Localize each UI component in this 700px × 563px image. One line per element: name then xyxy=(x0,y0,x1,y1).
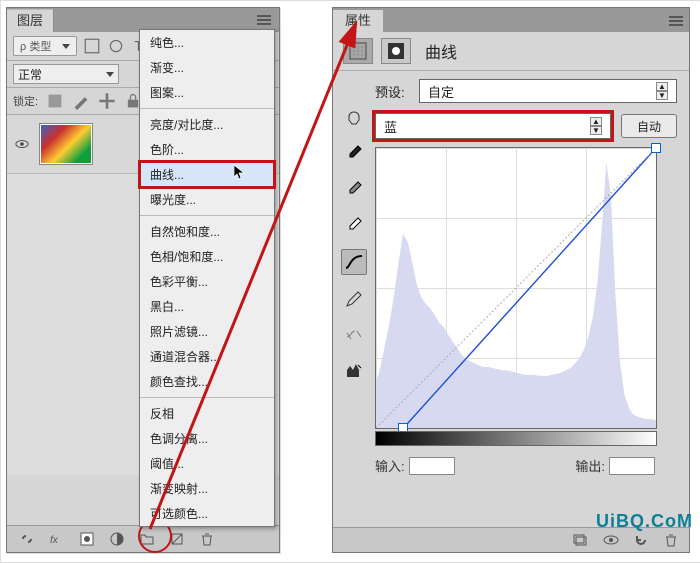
new-layer-icon[interactable] xyxy=(169,531,185,547)
curves-mode-icon[interactable] xyxy=(343,38,373,64)
properties-panel: 属性 曲线 预设: 自定 ▲▼ xyxy=(332,7,690,553)
group-icon[interactable] xyxy=(139,531,155,547)
adjustment-menu-item[interactable]: 可选颜色... xyxy=(140,501,274,526)
properties-tab-bar: 属性 xyxy=(333,8,689,32)
adjustment-menu: 纯色...渐变...图案... 亮度/对比度...色阶...曲线...曝光度...… xyxy=(139,29,275,527)
cursor-icon xyxy=(234,165,246,184)
svg-text:fx: fx xyxy=(50,535,59,546)
white-eyedropper-icon[interactable] xyxy=(342,213,366,237)
lock-brush-icon[interactable] xyxy=(72,92,90,110)
layer-thumbnail[interactable] xyxy=(39,123,93,165)
properties-tab[interactable]: 属性 xyxy=(333,10,383,32)
histogram-clip-icon[interactable] xyxy=(342,359,366,383)
adjustment-layer-icon[interactable] xyxy=(109,531,125,547)
filter-type-dropdown[interactable]: ρ 类型 xyxy=(13,36,77,56)
adjustment-menu-item[interactable]: 颜色查找... xyxy=(140,369,274,394)
panel-menu-icon[interactable] xyxy=(663,12,689,32)
adjustment-menu-item[interactable]: 自然饱和度... xyxy=(140,219,274,244)
adjustment-menu-item[interactable]: 黑白... xyxy=(140,294,274,319)
adjustment-menu-item[interactable]: 曲线... xyxy=(140,162,274,187)
reset-icon[interactable] xyxy=(633,532,649,548)
lock-move-icon[interactable] xyxy=(98,92,116,110)
adjustment-menu-item[interactable]: 渐变... xyxy=(140,55,274,80)
gray-eyedropper-icon[interactable] xyxy=(342,177,366,201)
mask-mode-icon[interactable] xyxy=(381,38,411,64)
lock-pixels-icon[interactable] xyxy=(46,92,64,110)
fx-icon[interactable]: fx xyxy=(49,531,65,547)
curve-line xyxy=(376,148,656,428)
io-row: 输入: 输出: xyxy=(375,456,655,475)
curve-control-point[interactable] xyxy=(651,143,661,153)
mask-icon[interactable] xyxy=(79,531,95,547)
stepper-icon[interactable]: ▲▼ xyxy=(656,82,668,100)
adjustment-menu-item[interactable]: 反相 xyxy=(140,401,274,426)
channel-select[interactable]: 蓝 ▲▼ xyxy=(375,113,611,139)
lock-label: 锁定: xyxy=(13,93,38,109)
preset-value: 自定 xyxy=(428,82,454,101)
input-gradient-ramp[interactable] xyxy=(375,431,657,446)
adjustment-menu-item[interactable]: 色调分离... xyxy=(140,426,274,451)
input-label: 输入: xyxy=(375,456,405,475)
link-icon[interactable] xyxy=(19,531,35,547)
adjustment-menu-item[interactable]: 色相/饱和度... xyxy=(140,244,274,269)
adjustment-menu-item[interactable]: 渐变映射... xyxy=(140,476,274,501)
smooth-icon[interactable] xyxy=(342,323,366,347)
adjustment-menu-item[interactable]: 通道混合器... xyxy=(140,344,274,369)
visibility-icon[interactable] xyxy=(15,137,29,151)
curve-edit-icon[interactable] xyxy=(341,249,367,275)
adjustment-menu-item[interactable]: 色彩平衡... xyxy=(140,269,274,294)
layers-footer: fx xyxy=(7,525,279,552)
preset-label: 预设: xyxy=(375,82,411,101)
toggle-visibility-icon[interactable] xyxy=(603,532,619,548)
preset-select[interactable]: 自定 ▲▼ xyxy=(419,79,677,103)
curves-tool-strip xyxy=(333,71,375,501)
adjustment-menu-item[interactable]: 色阶... xyxy=(140,137,274,162)
hand-scrubber-icon[interactable] xyxy=(342,105,366,129)
menu-separator xyxy=(140,108,274,109)
adjustment-menu-item[interactable]: 阈值... xyxy=(140,451,274,476)
pencil-edit-icon[interactable] xyxy=(342,287,366,311)
adjustment-menu-item[interactable]: 纯色... xyxy=(140,30,274,55)
trash-icon[interactable] xyxy=(663,532,679,548)
preset-row: 预设: 自定 ▲▼ xyxy=(375,79,677,103)
mode-label: 曲线 xyxy=(425,39,457,63)
adjustment-menu-item[interactable]: 照片滤镜... xyxy=(140,319,274,344)
mode-row: 曲线 xyxy=(333,32,689,71)
layers-tab[interactable]: 图层 xyxy=(7,9,54,32)
clip-to-layer-icon[interactable] xyxy=(573,532,589,548)
adjustment-menu-item[interactable]: 曝光度... xyxy=(140,187,274,212)
black-eyedropper-icon[interactable] xyxy=(342,141,366,165)
trash-icon[interactable] xyxy=(199,531,215,547)
channel-row: 蓝 ▲▼ 自动 xyxy=(375,113,677,139)
channel-value: 蓝 xyxy=(384,117,590,136)
watermark: UiBQ.CoM xyxy=(596,511,693,532)
blend-mode-select[interactable]: 正常 xyxy=(13,64,119,84)
adjustment-menu-item[interactable]: 亮度/对比度... xyxy=(140,112,274,137)
filter-adjust-icon[interactable] xyxy=(107,37,125,55)
menu-separator xyxy=(140,397,274,398)
stepper-icon[interactable]: ▲▼ xyxy=(590,117,602,135)
auto-button[interactable]: 自动 xyxy=(621,114,677,138)
curve-graph[interactable] xyxy=(375,147,657,429)
output-label: 输出: xyxy=(575,456,605,475)
output-value[interactable] xyxy=(609,457,655,475)
adjustment-menu-item[interactable]: 图案... xyxy=(140,80,274,105)
filter-pixel-icon[interactable] xyxy=(83,37,101,55)
input-value[interactable] xyxy=(409,457,455,475)
menu-separator xyxy=(140,215,274,216)
